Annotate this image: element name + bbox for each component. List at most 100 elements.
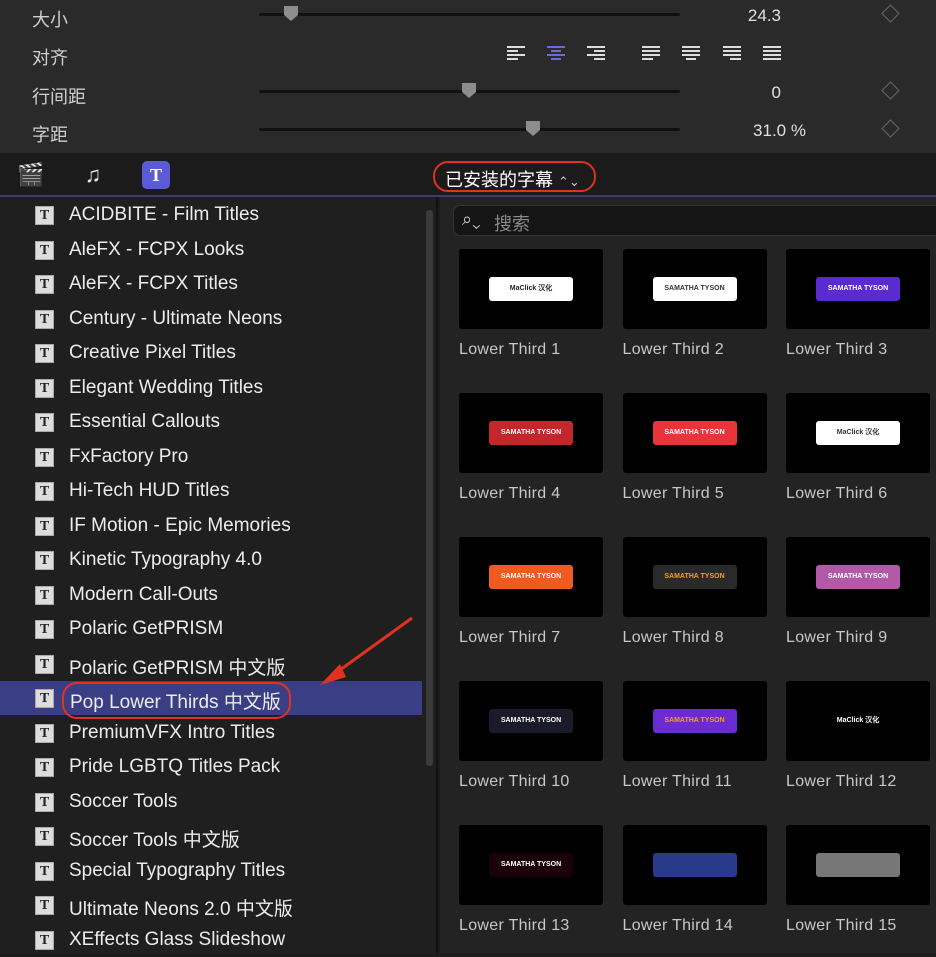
tracking-slider[interactable] — [259, 121, 680, 136]
title-tile[interactable]: MaClick 汉化 Lower Third 12 — [786, 681, 930, 791]
title-icon: T — [35, 861, 54, 881]
sidebar-item[interactable]: T Soccer Tools 中文版 — [0, 819, 422, 853]
sidebar-item[interactable]: T IF Motion - Epic Memories — [0, 509, 422, 543]
keyframe-icon[interactable] — [881, 4, 900, 23]
slider-handle[interactable] — [526, 121, 540, 136]
title-tile[interactable]: MaClick 汉化 Lower Third 1 — [459, 249, 603, 359]
title-icon: T — [35, 827, 54, 846]
title-icon: T — [35, 344, 54, 363]
size-label: 大小 — [32, 10, 68, 30]
thumbnail-text: SAMATHA TYSON — [652, 277, 737, 301]
title-tile[interactable]: Lower Third 15 — [786, 825, 930, 935]
slider-handle[interactable] — [462, 83, 476, 98]
title-name: Lower Third 7 — [459, 629, 561, 646]
align-right-icon[interactable] — [587, 46, 605, 60]
size-value[interactable]: 24.3 — [748, 6, 781, 26]
justify-center-icon[interactable] — [682, 46, 700, 60]
sidebar-item[interactable]: T ACIDBITE - Film Titles — [0, 198, 422, 232]
slider-handle[interactable] — [284, 6, 298, 21]
justify-right-icon[interactable] — [723, 46, 741, 60]
title-tile[interactable]: SAMATHA TYSON Lower Third 9 — [786, 537, 930, 647]
sidebar-scrollbar[interactable] — [426, 210, 433, 766]
justify-full-icon[interactable] — [763, 46, 781, 60]
line-spacing-value[interactable]: 0 — [772, 83, 781, 103]
sidebar-item-label: FxFactory Pro — [69, 445, 189, 467]
titles-icon[interactable]: T — [142, 161, 170, 189]
title-thumbnail: SAMATHA TYSON — [459, 393, 603, 473]
title-thumbnail: SAMATHA TYSON — [459, 537, 603, 617]
sidebar-item[interactable]: T Ultimate Neons 2.0 中文版 — [0, 888, 422, 922]
align-center-icon[interactable] — [547, 46, 565, 60]
picker-label: 已安装的字幕 — [445, 170, 553, 190]
sidebar-item[interactable]: T Essential Callouts — [0, 405, 422, 439]
title-tile[interactable]: SAMATHA TYSON Lower Third 5 — [622, 393, 767, 503]
clapper-star-icon[interactable]: 🎬 — [17, 161, 45, 189]
title-name: Lower Third 10 — [459, 773, 570, 790]
title-tile[interactable]: MaClick 汉化 Lower Third 6 — [786, 393, 930, 503]
tracking-number: 31.0 — [753, 121, 787, 140]
music-photo-icon[interactable]: ♫ — [79, 161, 107, 189]
sidebar-item[interactable]: T Creative Pixel Titles — [0, 336, 422, 370]
line-spacing-label: 行间距 — [32, 87, 86, 107]
sidebar-item[interactable]: T Pride LGBTQ Titles Pack — [0, 750, 422, 784]
sidebar-item[interactable]: T AleFX - FCPX Titles — [0, 267, 422, 301]
title-thumbnail: SAMATHA TYSON — [622, 393, 767, 473]
title-tile[interactable]: SAMATHA TYSON Lower Third 4 — [459, 393, 603, 503]
justify-left-icon[interactable] — [642, 46, 660, 60]
line-spacing-slider[interactable] — [259, 83, 680, 98]
title-tile[interactable]: SAMATHA TYSON Lower Third 7 — [459, 537, 603, 647]
sidebar-item[interactable]: T AleFX - FCPX Looks — [0, 233, 422, 267]
title-icon: T — [35, 240, 54, 260]
search-field[interactable]: ⌕⌄ 搜索 — [453, 205, 936, 236]
tracking-label: 字距 — [32, 125, 68, 145]
thumbnail-text: SAMATHA TYSON — [489, 421, 573, 445]
updown-chevron-icon: ⌃⌄ — [558, 174, 580, 189]
size-row: 大小 24.3 — [0, 0, 936, 38]
title-thumbnail: MaClick 汉化 — [786, 681, 930, 761]
title-tile[interactable]: SAMATHA TYSON Lower Third 13 — [459, 825, 603, 935]
title-tile[interactable]: SAMATHA TYSON Lower Third 2 — [622, 249, 767, 359]
title-icon: T — [35, 447, 54, 467]
tracking-value[interactable]: 31.0 % — [753, 121, 806, 141]
sidebar-item[interactable]: T PremiumVFX Intro Titles — [0, 716, 422, 750]
sidebar-item[interactable]: T Kinetic Typography 4.0 — [0, 543, 422, 577]
sidebar-item-label: ACIDBITE - Film Titles — [69, 204, 260, 225]
keyframe-icon[interactable] — [881, 119, 900, 138]
titles-browser: ⌕⌄ 搜索 MaClick 汉化 Lower Third 1 SAMATHA TYS… — [440, 197, 936, 953]
sidebar-item[interactable]: T Pop Lower Thirds 中文版 — [0, 681, 422, 719]
title-thumbnail: SAMATHA TYSON — [622, 537, 767, 617]
sidebar-item-label: Pride LGBTQ Titles Pack — [69, 756, 281, 777]
size-slider[interactable] — [259, 6, 680, 21]
align-left-icon[interactable] — [507, 46, 525, 60]
sidebar-item-label: Soccer Tools 中文版 — [69, 830, 240, 851]
title-name: Lower Third 1 — [459, 341, 561, 358]
sidebar-item-label: Special Typography Titles — [69, 859, 286, 881]
sidebar-item[interactable]: T Special Typography Titles — [0, 854, 422, 888]
title-name: Lower Third 2 — [622, 341, 724, 358]
title-tile[interactable]: SAMATHA TYSON Lower Third 8 — [622, 537, 767, 647]
title-tile[interactable]: Lower Third 14 — [622, 825, 767, 935]
sidebar-item[interactable]: T Soccer Tools — [0, 785, 422, 819]
title-tile[interactable]: SAMATHA TYSON Lower Third 3 — [786, 249, 930, 359]
title-icon: T — [35, 792, 54, 812]
title-thumbnail — [622, 825, 767, 905]
sidebar-item[interactable]: T Modern Call-Outs — [0, 578, 422, 612]
keyframe-icon[interactable] — [881, 81, 900, 100]
title-tile[interactable]: SAMATHA TYSON Lower Third 10 — [459, 681, 603, 791]
sidebar-item[interactable]: T FxFactory Pro — [0, 440, 422, 474]
titles-sidebar: T ACIDBITE - Film Titles T AleFX - FCPX Loo… — [0, 197, 438, 953]
sidebar-item[interactable]: T Elegant Wedding Titles — [0, 371, 422, 405]
sidebar-item-label: Polaric GetPRISM — [69, 618, 224, 639]
title-icon: T — [35, 378, 54, 398]
sidebar-item[interactable]: T Century - Ultimate Neons — [0, 302, 422, 336]
sidebar-item[interactable]: T Polaric GetPRISM 中文版 — [0, 647, 422, 681]
category-picker[interactable]: 已安装的字幕 ⌃⌄ — [433, 161, 596, 192]
sidebar-item[interactable]: T Polaric GetPRISM — [0, 612, 422, 646]
sidebar-item[interactable]: T XEffects Glass Slideshow — [0, 923, 422, 957]
sidebar-item[interactable]: T Hi-Tech HUD Titles — [0, 474, 422, 508]
title-icon: T — [35, 758, 54, 777]
title-tile[interactable]: SAMATHA TYSON Lower Third 11 — [622, 681, 767, 791]
title-thumbnail: SAMATHA TYSON — [622, 249, 767, 329]
title-icon: T — [35, 413, 54, 432]
title-icon: T — [35, 516, 54, 536]
